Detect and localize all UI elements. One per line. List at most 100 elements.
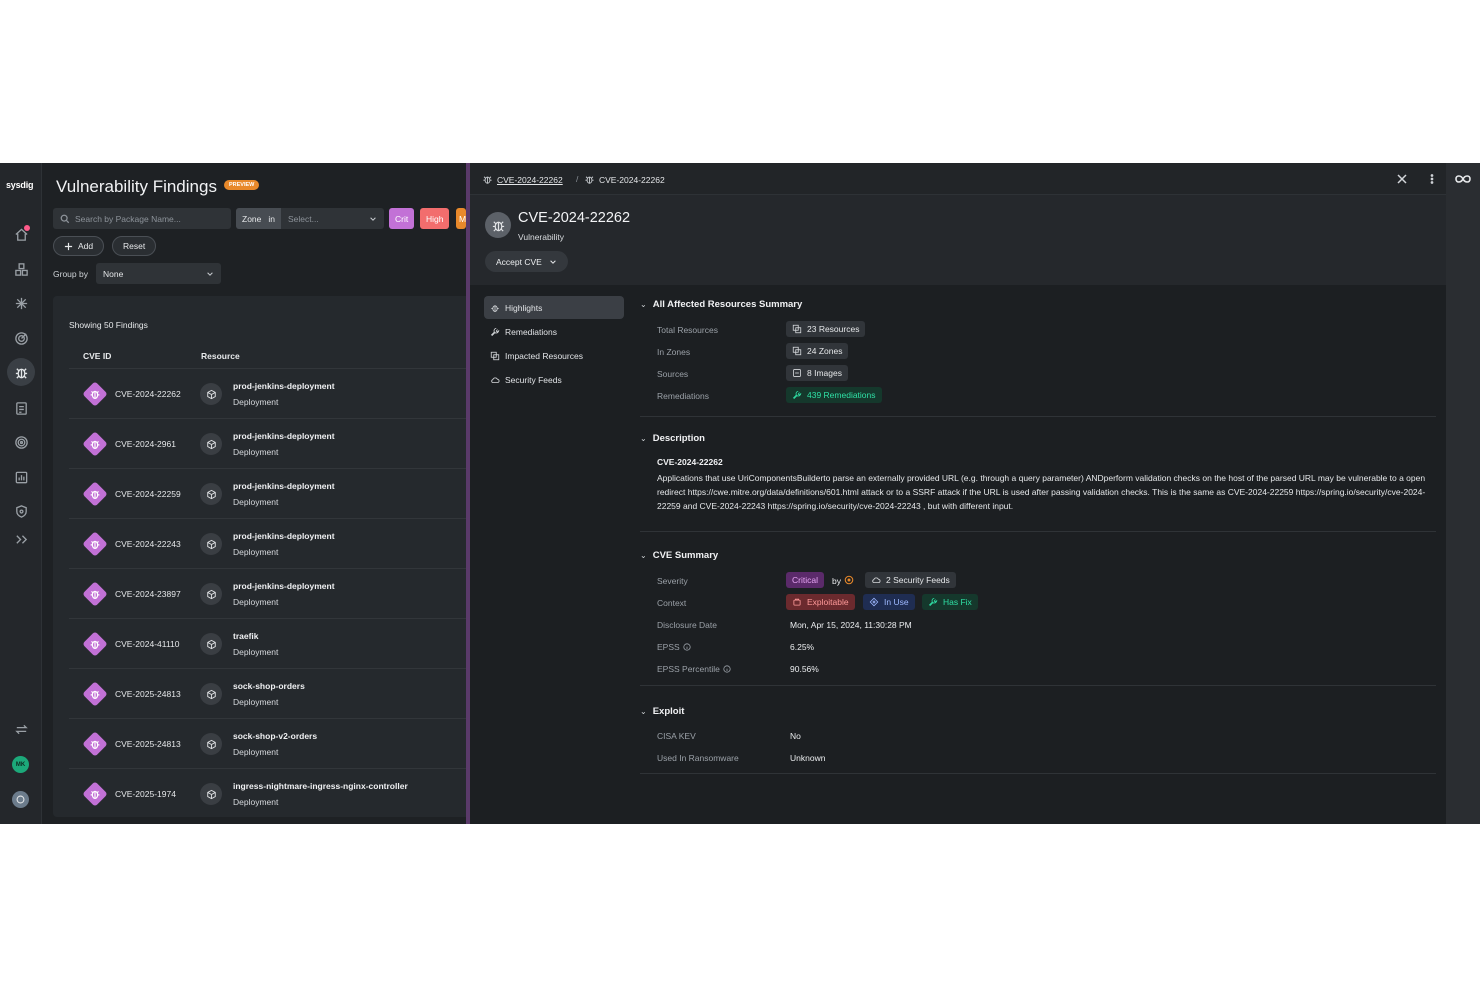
critical-filter-chip[interactable]: Crit bbox=[389, 208, 415, 229]
zones-pill[interactable]: 24 Zones bbox=[786, 343, 849, 359]
wrench-icon bbox=[792, 390, 802, 400]
divider bbox=[640, 416, 1436, 417]
remediations-pill[interactable]: 439 Remediations bbox=[786, 387, 882, 403]
table-row[interactable]: CVE-2025-24813 sock-shop-v2-orders Deploym… bbox=[69, 718, 466, 768]
expand-nav-icon[interactable] bbox=[11, 529, 31, 549]
groupby-select[interactable]: None bbox=[96, 263, 221, 284]
ransomware-key: Used In Ransomware bbox=[657, 753, 739, 763]
epss-percentile-key: EPSS Percentile bbox=[657, 664, 731, 674]
cve-title: CVE-2024-22262 bbox=[518, 210, 631, 226]
cve-id[interactable]: CVE-2024-22262 bbox=[115, 389, 181, 399]
menu-impacted-resources[interactable]: Impacted Resources bbox=[484, 344, 624, 367]
column-header-cve[interactable]: CVE ID bbox=[83, 351, 111, 361]
inventory-icon[interactable] bbox=[11, 259, 31, 279]
vulnerabilities-icon[interactable] bbox=[7, 358, 35, 386]
threats-icon[interactable] bbox=[11, 432, 31, 452]
sync-icon[interactable] bbox=[11, 719, 31, 739]
in-use-badge: In Use bbox=[863, 594, 915, 610]
epss-key: EPSS bbox=[657, 642, 691, 652]
chevron-down-icon: ⌄ bbox=[640, 434, 647, 443]
resource-name[interactable]: prod-jenkins-deployment bbox=[233, 581, 335, 591]
resource-name[interactable]: sock-shop-v2-orders bbox=[233, 731, 317, 741]
description-title: CVE-2024-22262 bbox=[657, 457, 723, 467]
table-row[interactable]: CVE-2024-23897 prod-jenkins-deployment Dep… bbox=[69, 568, 466, 618]
search-input[interactable]: Search by Package Name... bbox=[53, 208, 231, 229]
breadcrumb-link[interactable]: CVE-2024-22262 bbox=[482, 174, 563, 185]
zone-operator: in bbox=[268, 213, 275, 224]
sysdig-logo: sysdig bbox=[6, 180, 34, 190]
medium-filter-chip[interactable]: M bbox=[456, 208, 466, 229]
menu-security-feeds[interactable]: Security Feeds bbox=[484, 368, 624, 391]
critical-vulnerability-icon bbox=[82, 381, 108, 407]
resource-name[interactable]: prod-jenkins-deployment bbox=[233, 481, 335, 491]
resource-name[interactable]: prod-jenkins-deployment bbox=[233, 431, 335, 441]
column-header-resource[interactable]: Resource bbox=[201, 351, 240, 361]
cube-icon bbox=[200, 483, 222, 505]
cve-id[interactable]: CVE-2024-22259 bbox=[115, 489, 181, 499]
info-icon[interactable] bbox=[683, 643, 691, 651]
posture-icon[interactable] bbox=[11, 328, 31, 348]
table-row[interactable]: CVE-2024-22262 prod-jenkins-deployment Dep… bbox=[69, 368, 466, 418]
chevron-down-icon bbox=[370, 216, 376, 221]
table-row[interactable]: CVE-2025-1974 ingress-nightmare-ingress-n… bbox=[69, 768, 466, 817]
resource-name[interactable]: prod-jenkins-deployment bbox=[233, 381, 335, 391]
cve-id[interactable]: CVE-2024-23897 bbox=[115, 589, 181, 599]
resource-type: Deployment bbox=[233, 747, 279, 757]
cve-id[interactable]: CVE-2024-41110 bbox=[115, 639, 179, 649]
table-row[interactable]: CVE-2024-22259 prod-jenkins-deployment Dep… bbox=[69, 468, 466, 518]
cve-id[interactable]: CVE-2024-2961 bbox=[115, 439, 176, 449]
zone-filter[interactable]: Zone in Select... bbox=[236, 208, 384, 229]
more-options-icon[interactable] bbox=[1426, 173, 1438, 185]
resource-name[interactable]: ingress-nightmare-ingress-nginx-controll… bbox=[233, 781, 408, 791]
cve-summary-section-header[interactable]: ⌄ CVE Summary bbox=[640, 550, 718, 561]
add-filter-button[interactable]: Add bbox=[53, 236, 105, 256]
app-window: sysdig MK Vulnerability Findings PREVIEW… bbox=[0, 163, 1480, 824]
info-icon[interactable] bbox=[723, 665, 731, 673]
notification-dot bbox=[24, 225, 30, 231]
close-icon[interactable] bbox=[1396, 173, 1408, 185]
reset-button[interactable]: Reset bbox=[112, 236, 157, 256]
resource-name[interactable]: sock-shop-orders bbox=[233, 681, 305, 691]
resource-name[interactable]: traefik bbox=[233, 631, 259, 641]
table-row[interactable]: CVE-2024-2961 prod-jenkins-deployment Depl… bbox=[69, 418, 466, 468]
groupby-label: Group by bbox=[53, 269, 88, 279]
images-pill[interactable]: 8 Images bbox=[786, 365, 848, 381]
table-row[interactable]: CVE-2024-41110 traefik Deployment bbox=[69, 618, 466, 668]
infinity-icon[interactable] bbox=[1453, 172, 1473, 186]
user-avatar[interactable]: MK bbox=[12, 756, 29, 773]
detail-topbar: CVE-2024-22262 / CVE-2024-22262 bbox=[470, 163, 1446, 195]
integrations-icon[interactable] bbox=[11, 293, 31, 313]
resource-type: Deployment bbox=[233, 397, 279, 407]
resource-type: Deployment bbox=[233, 547, 279, 557]
disclosure-value: Mon, Apr 15, 2024, 11:30:28 PM bbox=[790, 620, 912, 630]
exploit-section-header[interactable]: ⌄ Exploit bbox=[640, 706, 684, 717]
zone-select[interactable]: Select... bbox=[281, 214, 369, 224]
menu-highlights[interactable]: Highlights bbox=[484, 296, 624, 319]
policies-icon[interactable] bbox=[11, 398, 31, 418]
description-body: Applications that use UriComponentsBuild… bbox=[657, 473, 1426, 511]
cve-id[interactable]: CVE-2025-1974 bbox=[115, 789, 176, 799]
reports-icon[interactable] bbox=[11, 467, 31, 487]
cloud-icon bbox=[491, 377, 500, 383]
org-avatar[interactable] bbox=[12, 791, 29, 808]
bug-icon bbox=[585, 176, 594, 184]
summary-key: Total Resources bbox=[657, 325, 718, 335]
table-row[interactable]: CVE-2024-22243 prod-jenkins-deployment Dep… bbox=[69, 518, 466, 568]
shield-icon[interactable] bbox=[11, 501, 31, 521]
summary-section-header[interactable]: ⌄ All Affected Resources Summary bbox=[640, 299, 802, 310]
critical-vulnerability-icon bbox=[82, 531, 108, 557]
total-resources-pill[interactable]: 23 Resources bbox=[786, 321, 866, 337]
chevron-down-icon bbox=[550, 259, 556, 264]
cve-id[interactable]: CVE-2025-24813 bbox=[115, 689, 181, 699]
severity-critical-badge: Critical bbox=[786, 572, 824, 588]
description-section-header[interactable]: ⌄ Description bbox=[640, 433, 705, 444]
menu-remediations[interactable]: Remediations bbox=[484, 320, 624, 343]
cve-id[interactable]: CVE-2024-22243 bbox=[115, 539, 181, 549]
breadcrumb-current: CVE-2024-22262 bbox=[584, 174, 665, 185]
resource-name[interactable]: prod-jenkins-deployment bbox=[233, 531, 335, 541]
security-feeds-pill[interactable]: 2 Security Feeds bbox=[865, 572, 956, 588]
high-filter-chip[interactable]: High bbox=[420, 208, 450, 229]
accept-cve-button[interactable]: Accept CVE bbox=[485, 251, 568, 272]
cve-id[interactable]: CVE-2025-24813 bbox=[115, 739, 181, 749]
table-row[interactable]: CVE-2025-24813 sock-shop-orders Deployment bbox=[69, 668, 466, 718]
